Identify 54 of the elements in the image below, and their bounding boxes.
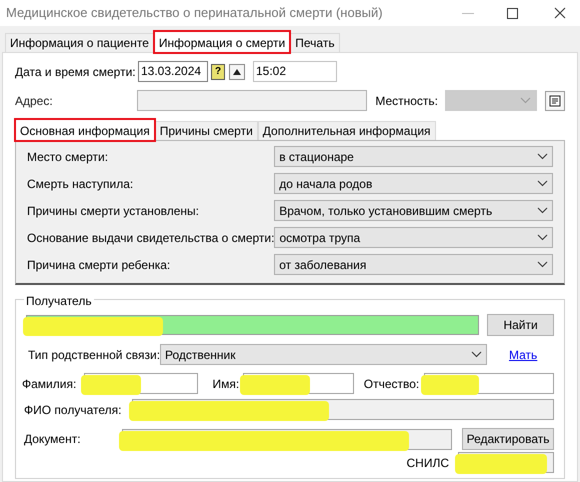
date-field[interactable]: 13.03.2024 xyxy=(138,61,208,82)
field-label: Отчество: xyxy=(364,376,420,392)
chevron-down-icon xyxy=(537,261,548,268)
dropdown[interactable]: Врачом, только установившим смерть xyxy=(274,200,553,221)
dropdown[interactable]: Родственник xyxy=(160,344,487,365)
field-label: Основание выдачи свидетельства о смерти: xyxy=(27,230,274,246)
chevron-down-icon xyxy=(537,153,548,160)
relation-link[interactable]: Мать xyxy=(509,346,538,364)
text-field[interactable] xyxy=(122,428,452,450)
field-label: Документ: xyxy=(24,431,82,448)
maximize-icon[interactable] xyxy=(507,8,518,18)
field-label: Имя: xyxy=(212,376,240,392)
dropdown[interactable]: до начала родов xyxy=(274,173,553,194)
tab[interactable]: Основная информация xyxy=(15,119,155,141)
triangle-up-icon xyxy=(233,68,241,74)
chevron-down-icon xyxy=(537,180,548,187)
tab[interactable]: Дополнительная информация xyxy=(258,121,436,140)
tab[interactable]: Причины смерти xyxy=(154,121,258,140)
field-label: Причины смерти установлены: xyxy=(27,202,200,220)
dropdown[interactable]: от заболевания xyxy=(274,254,553,275)
field-label: Место смерти: xyxy=(27,148,110,166)
dropdown[interactable]: в стационаре xyxy=(274,146,553,167)
field-label: Местность: xyxy=(375,92,439,110)
tab[interactable]: Информация о пациенте xyxy=(5,33,154,52)
tab[interactable]: Информация о смерти xyxy=(154,31,290,53)
close-icon[interactable] xyxy=(554,7,566,19)
text-field[interactable] xyxy=(458,452,554,473)
help-icon[interactable]: ? xyxy=(211,64,225,80)
field-label: СНИЛС xyxy=(406,454,449,472)
field-label: Дата и время смерти: xyxy=(15,64,137,80)
time-field[interactable]: 15:02 xyxy=(253,61,337,82)
up-button[interactable] xyxy=(229,64,245,80)
field-label: Адрес: xyxy=(15,92,54,110)
text-field[interactable] xyxy=(132,399,554,420)
field-label: Смерть наступила: xyxy=(27,176,134,192)
notepad-icon[interactable] xyxy=(545,90,565,110)
chevron-down-icon xyxy=(471,351,482,358)
field-label: Причина смерти ребенка: xyxy=(27,256,172,274)
text-field[interactable] xyxy=(84,373,198,394)
window-title: Медицинское свидетельство о перинатальной смерти (новый) xyxy=(6,4,384,22)
chevron-down-icon xyxy=(520,97,532,104)
field-label: Тип родственной связи: xyxy=(27,346,160,364)
tab[interactable]: Печать xyxy=(290,33,340,52)
find-button[interactable]: Найти xyxy=(487,314,554,336)
chevron-down-icon xyxy=(537,234,548,241)
field-label: ФИО получателя: xyxy=(24,402,122,418)
search-field[interactable] xyxy=(26,315,480,335)
dropdown[interactable]: осмотра трупа xyxy=(274,227,553,248)
edit-button[interactable]: Редактировать xyxy=(462,428,554,450)
text-field[interactable] xyxy=(242,373,354,394)
text-field[interactable] xyxy=(424,373,554,394)
chevron-down-icon xyxy=(537,207,548,214)
minimize-icon[interactable] xyxy=(462,12,474,14)
field-label: Фамилия: xyxy=(22,376,78,392)
